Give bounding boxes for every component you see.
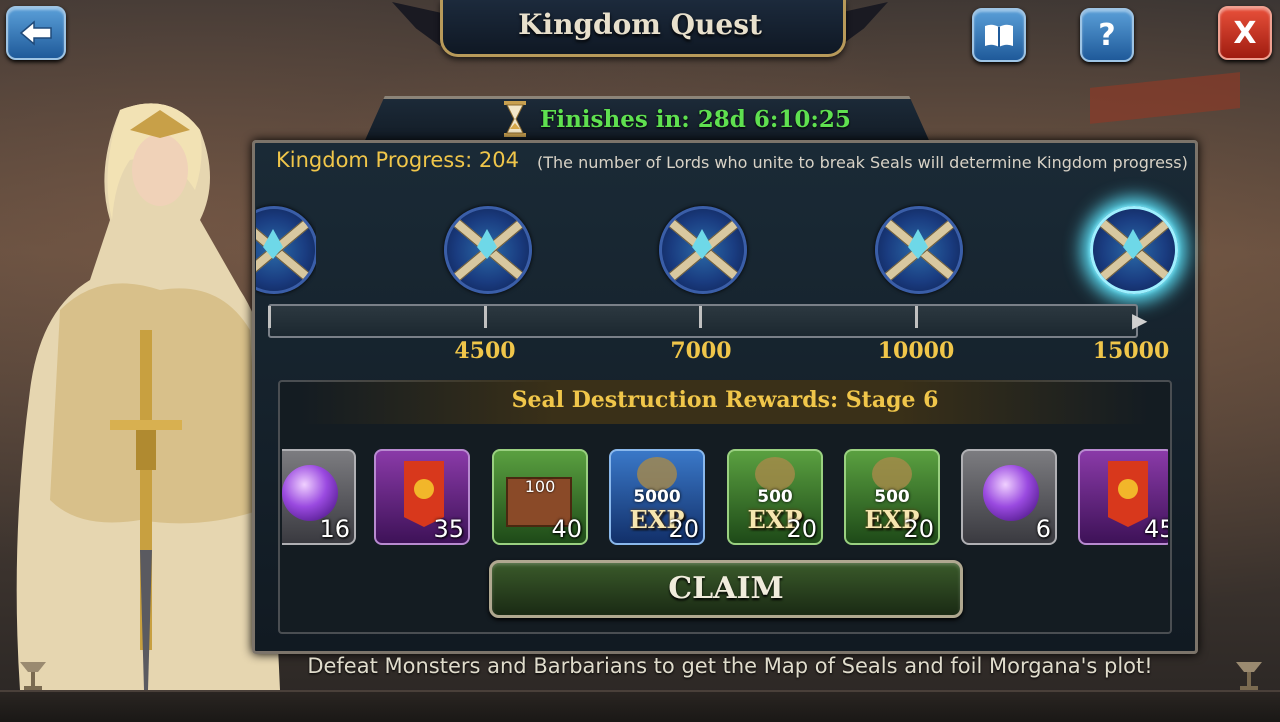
progress-tick [484,306,487,328]
milestone-label: 15000 [1092,338,1170,364]
claim-button[interactable]: CLAIM [489,560,963,618]
milestone-clip: 00 [258,338,300,364]
reward-item-war-banner[interactable]: 35 [374,449,470,545]
guide-book-button[interactable] [972,8,1026,62]
milestone-label: 10000 [877,338,955,364]
bottom-frame [0,690,1280,722]
sword-emblem-icon [872,457,912,491]
exp-amount: 5000 [633,487,681,507]
seal-5-active[interactable] [1090,206,1178,294]
progress-tick [699,306,702,328]
timer-text: Finishes in: 28d 6:10:25 [540,106,851,133]
reward-qty: 16 [319,515,350,543]
seal-clip [256,200,316,296]
milestone-label: 7000 [670,338,732,364]
crate-amount: 100 [524,477,556,496]
brazier-icon [1236,662,1262,690]
help-button[interactable]: ? [1080,8,1134,62]
purple-gem-icon [983,465,1039,521]
war-banner-icon [1108,461,1148,527]
progress-tick [915,306,918,328]
kingdom-progress-note: (The number of Lords who unite to break … [537,153,1188,172]
seal-1[interactable] [256,206,316,294]
purple-gem-icon [282,465,338,521]
track-end-arrow-icon: ▶ [1132,308,1148,332]
rewards-strip: 16 35 100 40 5000 EXP 20 500 EXP 20 500 … [282,449,1168,549]
reward-qty: 40 [551,515,582,543]
seal-3[interactable] [659,206,747,294]
seal-4[interactable] [875,206,963,294]
reward-item-resource-crate[interactable]: 100 40 [492,449,588,545]
progress-tick [268,306,271,328]
brazier-icon [20,662,46,690]
reward-item-purple-gem[interactable]: 6 [961,449,1057,545]
footer-hint: Defeat Monsters and Barbarians to get th… [307,654,1153,678]
reward-item-purple-gem[interactable]: 16 [282,449,356,545]
back-arrow-icon [19,20,52,46]
reward-item-exp-500-shield[interactable]: 500 EXP 20 [727,449,823,545]
reward-item-exp-500-sword[interactable]: 500 EXP 20 [844,449,940,545]
reward-qty: 45 [1144,515,1168,543]
shield-emblem-icon [755,457,795,491]
queen-character-art [16,103,280,690]
seal-2[interactable] [444,206,532,294]
reward-qty: 6 [1035,515,1051,543]
reward-qty: 20 [903,515,934,543]
reward-qty: 20 [786,515,817,543]
close-button[interactable]: X [1218,6,1272,60]
back-button[interactable] [6,6,66,60]
exp-amount: 500 [757,487,793,507]
rewards-title: Seal Destruction Rewards: Stage 6 [511,387,939,413]
reward-item-war-banner[interactable]: 45 [1078,449,1168,545]
dragon-emblem-icon [637,457,677,491]
hourglass-icon [504,101,526,137]
question-mark-icon: ? [1098,17,1116,53]
reward-qty: 20 [668,515,699,543]
book-icon [985,24,1013,47]
page-title: Kingdom Quest [518,8,762,41]
kingdom-progress-label: Kingdom Progress: 204 [276,148,520,172]
progress-track [268,304,1138,338]
reward-qty: 35 [433,515,464,543]
milestone-label: 4500 [454,338,516,364]
close-icon: X [1233,15,1257,51]
exp-amount: 500 [874,487,910,507]
reward-item-exp-5000[interactable]: 5000 EXP 20 [609,449,705,545]
